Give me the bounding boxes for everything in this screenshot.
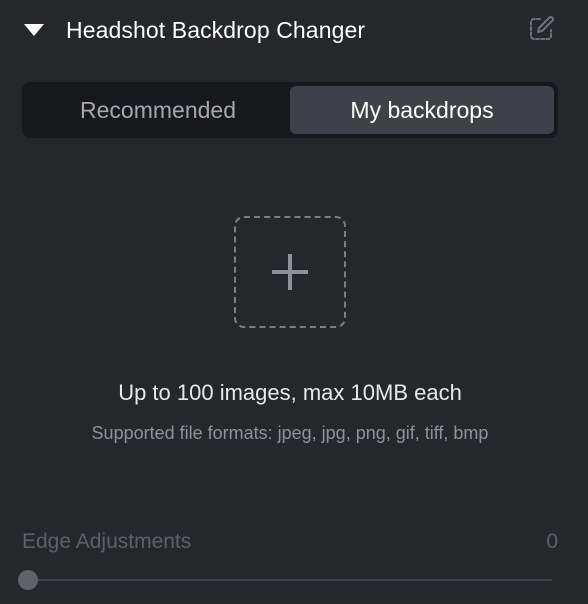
triangle-down-icon[interactable]	[24, 24, 44, 36]
tab-recommended[interactable]: Recommended	[26, 86, 290, 134]
upload-dropzone[interactable]	[234, 216, 346, 328]
supported-formats-text: Supported file formats: jpeg, jpg, png, …	[91, 423, 489, 443]
edge-adjustments-slider-thumb[interactable]	[18, 570, 38, 590]
edge-adjustments-label: Edge Adjustments	[22, 530, 192, 553]
backdrop-source-toggle: Recommended My backdrops	[22, 82, 558, 138]
plus-icon	[272, 254, 308, 290]
edge-adjustments-value: 0	[546, 530, 558, 553]
edit-icon[interactable]	[526, 14, 556, 44]
upload-limit-text: Up to 100 images, max 10MB each	[118, 380, 462, 405]
tab-my-backdrops[interactable]: My backdrops	[290, 86, 554, 134]
edge-adjustments-slider-track[interactable]	[22, 579, 552, 581]
panel-header: Headshot Backdrop Changer	[0, 0, 588, 60]
panel-title: Headshot Backdrop Changer	[66, 17, 366, 43]
